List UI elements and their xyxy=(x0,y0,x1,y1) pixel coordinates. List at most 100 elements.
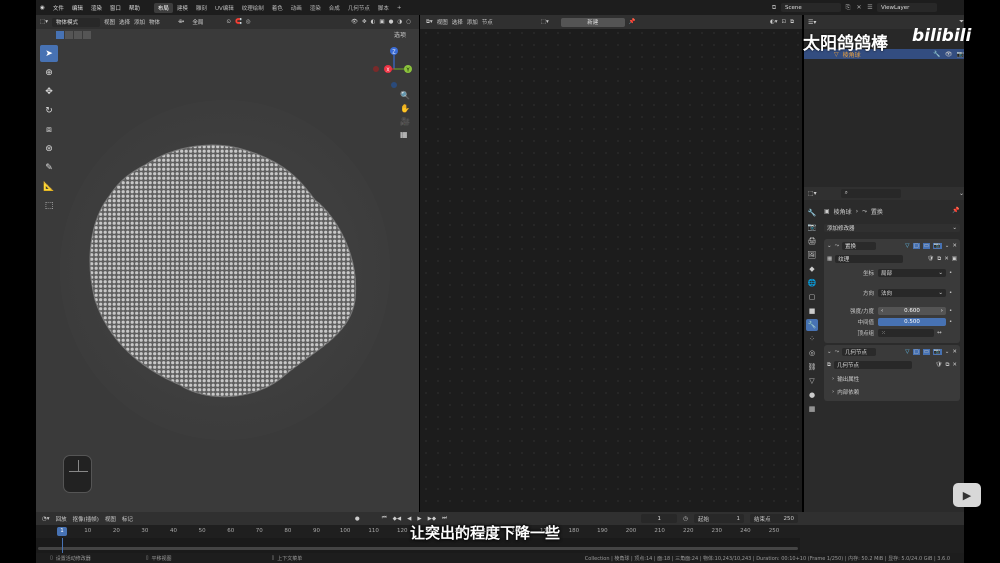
group-unlink-icon[interactable]: ✕ xyxy=(952,362,957,368)
cage-toggle-icon[interactable]: ▢ xyxy=(912,243,920,249)
scene-field[interactable]: Scene xyxy=(781,3,841,12)
next-key-icon[interactable]: ▶◆ xyxy=(428,516,436,522)
output-attrs-row[interactable]: › 输出属性 xyxy=(824,374,960,384)
proportional-edit-icon[interactable]: ◎ xyxy=(246,19,251,25)
tab-compositing[interactable]: 合成 xyxy=(325,3,344,13)
node-group-field[interactable]: 几何节点 xyxy=(833,361,912,369)
node-editor-type-icon[interactable]: ⧉▾ xyxy=(426,19,433,26)
tab-animation[interactable]: 动画 xyxy=(287,3,306,13)
end-frame-field[interactable]: 结束点 250 xyxy=(750,514,798,523)
geonodes-close-icon[interactable]: ✕ xyxy=(952,349,957,355)
properties-search[interactable]: ⌕ xyxy=(840,189,901,198)
transform-orientation-icon[interactable]: ⟴ xyxy=(178,19,184,25)
node-snap-icon[interactable]: ⊡ xyxy=(781,19,786,25)
properties-options-icon[interactable]: ⌄ xyxy=(959,190,964,197)
geonodes-edit-toggle-icon[interactable]: ▽ xyxy=(905,349,909,355)
select-invert-icon[interactable] xyxy=(83,31,91,39)
overlay-toggle-icon[interactable]: ◐ xyxy=(371,19,376,25)
xray-icon[interactable]: ▣ xyxy=(379,19,384,25)
tab-geometry-nodes[interactable]: 几何节点 xyxy=(344,3,374,13)
scene-tab-icon[interactable]: ◆ xyxy=(806,263,818,275)
annotate-tool-icon[interactable]: ✎ xyxy=(40,159,58,176)
modifier-tab-icon[interactable]: 🔧 xyxy=(806,319,818,331)
geonodes-render-icon[interactable]: 📷 xyxy=(932,349,942,355)
add-cube-tool-icon[interactable]: ⬚ xyxy=(40,197,58,214)
render-tab-icon[interactable]: 📷 xyxy=(806,221,818,233)
jump-start-icon[interactable]: ⏮ xyxy=(382,515,387,522)
new-node-tree-button[interactable]: 新建 xyxy=(560,17,625,27)
snap-icon[interactable]: 🧲 xyxy=(235,19,242,25)
editor-type-icon[interactable]: ⬚▾ xyxy=(40,19,48,25)
timeline-menu-keying[interactable]: 抠像(插帧) xyxy=(73,515,99,523)
object-tab-icon[interactable]: ■ xyxy=(806,305,818,317)
blender-logo-icon[interactable]: ◉ xyxy=(36,5,49,11)
play-reverse-icon[interactable]: ◀ xyxy=(407,516,411,522)
select-tool-icon[interactable]: ➤ xyxy=(40,45,58,62)
navigation-gizmo[interactable]: Z Y X xyxy=(370,45,418,93)
tab-shading[interactable]: 着色 xyxy=(268,3,287,13)
timeline-menu-playback[interactable]: 回放 xyxy=(56,515,67,523)
texture-tab-icon[interactable]: ▦ xyxy=(806,403,818,415)
node-menu-add[interactable]: 添加 xyxy=(467,18,478,26)
node-menu-select[interactable]: 选择 xyxy=(452,18,463,26)
render-camera-icon[interactable]: 📷 xyxy=(957,51,964,58)
internal-deps-row[interactable]: › 内部依赖 xyxy=(824,387,960,397)
timeline-menu-view[interactable]: 视图 xyxy=(105,515,116,523)
menu-edit[interactable]: 编辑 xyxy=(68,4,87,12)
tab-sculpting[interactable]: 雕刻 xyxy=(192,3,211,13)
zoom-icon[interactable]: 🔍 xyxy=(400,91,410,100)
duplicate-icon[interactable]: ⧉ xyxy=(937,256,941,263)
add-modifier-button[interactable]: 添加修改器 ⌄ xyxy=(824,224,960,232)
outliner-type-icon[interactable]: ☰▾ xyxy=(808,19,816,26)
shading-render-icon[interactable]: ○ xyxy=(406,19,411,25)
tab-scripting[interactable]: 脚本 xyxy=(374,3,393,13)
geonodes-collapse-icon[interactable]: ⌄ xyxy=(827,349,832,355)
viewport-menu-view[interactable]: 视图 xyxy=(104,18,115,26)
shading-solid-icon[interactable]: ● xyxy=(389,19,394,25)
breadcrumb-pin-icon[interactable]: 📌 xyxy=(952,207,959,214)
view-layer-tab-icon[interactable]: 🖼 xyxy=(806,249,818,261)
options-dropdown[interactable]: 选项 xyxy=(394,30,406,39)
new-scene-icon[interactable]: ⎘ xyxy=(844,3,852,12)
transform-tool-icon[interactable]: ⊛ xyxy=(40,140,58,157)
scale-tool-icon[interactable]: ⧈ xyxy=(40,121,58,138)
geonodes-menu-icon[interactable]: ⌄ xyxy=(945,349,950,355)
menu-help[interactable]: 帮助 xyxy=(125,4,144,12)
node-menu-node[interactable]: 节点 xyxy=(482,18,493,26)
pivot-icon[interactable]: ⊙ xyxy=(226,19,231,25)
select-subtract-icon[interactable] xyxy=(74,31,82,39)
tool-tab-icon[interactable]: 🔧 xyxy=(806,207,818,219)
clock-icon[interactable]: ◷ xyxy=(683,516,688,522)
camera-view-icon[interactable]: 🎥 xyxy=(400,117,410,126)
midlevel-slider[interactable]: 0.500 xyxy=(878,318,946,326)
texture-field[interactable]: 纹理 xyxy=(835,255,904,263)
view-layer-field[interactable]: ViewLayer xyxy=(877,3,937,12)
grid-view-icon[interactable]: ▦ xyxy=(400,130,410,139)
collapse-arrow-icon[interactable]: ⌄ xyxy=(827,243,832,249)
modifier-close-icon[interactable]: ✕ xyxy=(952,243,957,249)
prev-key-icon[interactable]: ◆◀ xyxy=(393,516,401,522)
view-layer-icon[interactable]: ☰ xyxy=(866,3,874,12)
tab-uv-editing[interactable]: UV编辑 xyxy=(211,3,238,13)
jump-end-icon[interactable]: ⏭ xyxy=(442,515,447,522)
cursor-tool-icon[interactable]: ⊕ xyxy=(40,64,58,81)
timeline-menu-marker[interactable]: 标记 xyxy=(122,515,133,523)
tab-texture-paint[interactable]: 纹理绘制 xyxy=(238,3,268,13)
constraints-tab-icon[interactable]: ⛓ xyxy=(806,361,818,373)
select-extend-icon[interactable] xyxy=(65,31,73,39)
fake-user-icon[interactable]: 🛡 xyxy=(927,256,934,262)
node-view-icon[interactable]: ⧉ xyxy=(790,19,794,26)
data-tab-icon[interactable]: ▽ xyxy=(806,375,818,387)
node-menu-view[interactable]: 视图 xyxy=(437,18,448,26)
viewport-menu-object[interactable]: 物体 xyxy=(149,18,160,26)
viewport-menu-add[interactable]: 添加 xyxy=(134,18,145,26)
pan-hand-icon[interactable]: ✋ xyxy=(400,104,410,113)
timeline-type-icon[interactable]: ◔▾ xyxy=(42,516,50,522)
shading-material-icon[interactable]: ◑ xyxy=(397,19,402,25)
menu-render[interactable]: 渲染 xyxy=(87,4,106,12)
coords-select[interactable]: 局部 ⌄ xyxy=(878,269,946,277)
measure-tool-icon[interactable]: 📐 xyxy=(40,178,58,195)
edit-mode-toggle-icon[interactable]: ▽ xyxy=(905,243,909,249)
physics-tab-icon[interactable]: ◎ xyxy=(806,347,818,359)
collection-tab-icon[interactable]: ▢ xyxy=(806,291,818,303)
